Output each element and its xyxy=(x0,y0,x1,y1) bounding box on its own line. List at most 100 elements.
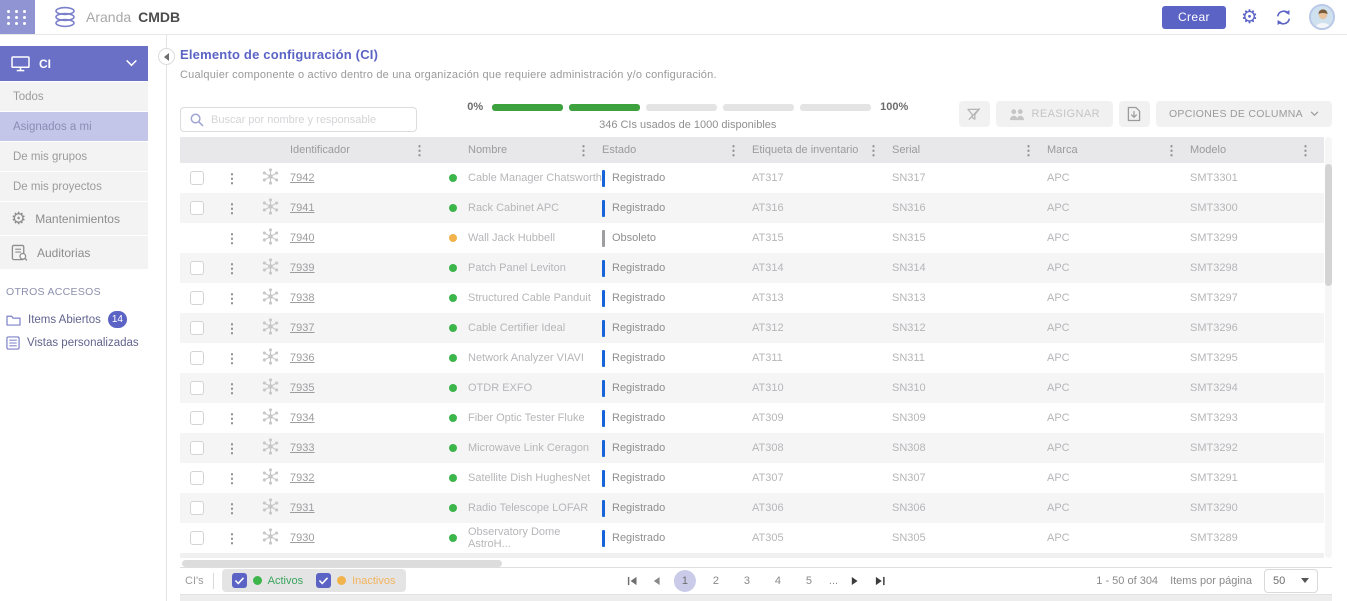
sidebar-link-vistas-personalizadas[interactable]: Vistas personalizadas xyxy=(0,332,148,354)
sidebar-item-mantenimientos[interactable]: ⚙ Mantenimientos xyxy=(0,202,148,235)
relations-icon[interactable] xyxy=(262,528,279,548)
row-checkbox[interactable] xyxy=(190,291,204,305)
row-checkbox[interactable] xyxy=(190,261,204,275)
ci-id-link[interactable]: 7940 xyxy=(290,232,314,244)
row-checkbox[interactable] xyxy=(190,531,204,545)
row-menu-icon[interactable]: ⋮ xyxy=(226,502,239,515)
horizontal-scrollbar-thumb[interactable] xyxy=(182,560,502,567)
row-menu-icon[interactable]: ⋮ xyxy=(226,322,239,335)
sidebar-item-de-mis-proyectos[interactable]: De mis proyectos xyxy=(0,172,148,201)
sidebar-item-de-mis-grupos[interactable]: De mis grupos xyxy=(0,142,148,171)
pagination-ellipsis[interactable]: ... xyxy=(829,575,838,587)
relations-icon[interactable] xyxy=(262,408,279,428)
row-menu-icon[interactable]: ⋮ xyxy=(226,472,239,485)
page-button-2[interactable]: 2 xyxy=(705,570,727,592)
relations-icon[interactable] xyxy=(262,228,279,248)
row-checkbox[interactable] xyxy=(190,201,204,215)
row-checkbox[interactable] xyxy=(190,411,204,425)
row-checkbox[interactable] xyxy=(190,171,204,185)
apps-grid-button[interactable] xyxy=(0,0,35,34)
row-menu-icon[interactable]: ⋮ xyxy=(226,412,239,425)
ci-id-link[interactable]: 7930 xyxy=(290,532,314,544)
ci-id-link[interactable]: 7938 xyxy=(290,292,314,304)
checkbox-checked[interactable] xyxy=(316,573,331,588)
vertical-scrollbar[interactable] xyxy=(1325,137,1332,558)
sidebar-collapse-button[interactable] xyxy=(158,48,175,65)
row-checkbox[interactable] xyxy=(190,351,204,365)
ci-id-link[interactable]: 7933 xyxy=(290,442,314,454)
relations-icon[interactable] xyxy=(262,378,279,398)
ci-id-link[interactable]: 7931 xyxy=(290,502,314,514)
page-button-3[interactable]: 3 xyxy=(736,570,758,592)
next-page-button[interactable] xyxy=(847,573,863,589)
column-menu-icon[interactable]: ⋮ xyxy=(413,144,426,157)
page-button-5[interactable]: 5 xyxy=(798,570,820,592)
row-checkbox[interactable] xyxy=(190,321,204,335)
ci-id-link[interactable]: 7935 xyxy=(290,382,314,394)
relations-icon[interactable] xyxy=(262,288,279,308)
export-button[interactable] xyxy=(1119,101,1150,127)
column-menu-icon[interactable]: ⋮ xyxy=(1022,144,1035,157)
sidebar-item-auditorias[interactable]: Auditorias xyxy=(0,236,148,269)
row-menu-icon[interactable]: ⋮ xyxy=(226,382,239,395)
relations-icon[interactable] xyxy=(262,168,279,188)
create-button[interactable]: Crear xyxy=(1162,6,1226,29)
last-page-button[interactable] xyxy=(872,573,888,589)
page-size-select[interactable]: 50 xyxy=(1264,569,1318,593)
relations-icon[interactable] xyxy=(262,498,279,518)
ci-id-link[interactable]: 7936 xyxy=(290,352,314,364)
row-menu-icon[interactable]: ⋮ xyxy=(226,262,239,275)
page-button-1[interactable]: 1 xyxy=(674,570,696,592)
sidebar-section-ci[interactable]: CI xyxy=(0,46,148,81)
checkbox-checked[interactable] xyxy=(232,573,247,588)
relations-icon[interactable] xyxy=(262,468,279,488)
sidebar-item-todos[interactable]: Todos xyxy=(0,82,148,111)
state-filter-activos[interactable]: Activos xyxy=(232,573,303,588)
relations-icon[interactable] xyxy=(262,198,279,218)
settings-gear-icon[interactable]: ⚙ xyxy=(1241,8,1258,27)
column-menu-icon[interactable]: ⋮ xyxy=(577,144,590,157)
relations-icon[interactable] xyxy=(262,438,279,458)
row-checkbox[interactable] xyxy=(190,441,204,455)
user-avatar[interactable] xyxy=(1309,4,1335,30)
ci-id-link[interactable]: 7939 xyxy=(290,262,314,274)
first-page-button[interactable] xyxy=(624,573,640,589)
vertical-scrollbar-thumb[interactable] xyxy=(1325,164,1332,286)
filter-off-button[interactable] xyxy=(959,101,990,127)
ci-id-link[interactable]: 7937 xyxy=(290,322,314,334)
relations-icon[interactable] xyxy=(262,318,279,338)
state-filter-inactivos[interactable]: Inactivos xyxy=(316,573,395,588)
sidebar-item-asignados-a-mi[interactable]: Asignados a mi xyxy=(0,112,148,141)
row-checkbox[interactable] xyxy=(190,381,204,395)
ci-id-link[interactable]: 7942 xyxy=(290,172,314,184)
relations-icon[interactable] xyxy=(262,258,279,278)
column-menu-icon[interactable]: ⋮ xyxy=(867,144,880,157)
sidebar-link-items-abiertos[interactable]: Items Abiertos 14 xyxy=(0,307,148,332)
search-box[interactable] xyxy=(180,107,417,132)
row-menu-icon[interactable]: ⋮ xyxy=(226,352,239,365)
ci-id-link[interactable]: 7934 xyxy=(290,412,314,424)
sync-icon[interactable] xyxy=(1273,7,1294,28)
ci-id-link[interactable]: 7932 xyxy=(290,472,314,484)
column-menu-icon[interactable]: ⋮ xyxy=(1299,144,1312,157)
reassign-button[interactable]: REASIGNAR xyxy=(996,101,1113,127)
page-button-4[interactable]: 4 xyxy=(767,570,789,592)
status-dot xyxy=(449,294,457,302)
horizontal-scrollbar[interactable] xyxy=(180,559,1332,567)
column-menu-icon[interactable]: ⋮ xyxy=(727,144,740,157)
relations-icon[interactable] xyxy=(262,348,279,368)
column-menu-icon[interactable]: ⋮ xyxy=(1165,144,1178,157)
search-input[interactable] xyxy=(211,114,407,126)
row-menu-icon[interactable]: ⋮ xyxy=(226,532,239,545)
row-menu-icon[interactable]: ⋮ xyxy=(226,442,239,455)
row-menu-icon[interactable]: ⋮ xyxy=(226,292,239,305)
row-menu-icon[interactable]: ⋮ xyxy=(226,172,239,185)
row-checkbox[interactable] xyxy=(190,471,204,485)
previous-page-button[interactable] xyxy=(649,573,665,589)
row-menu-icon[interactable]: ⋮ xyxy=(226,202,239,215)
ci-id-link[interactable]: 7941 xyxy=(290,202,314,214)
column-options-button[interactable]: OPCIONES DE COLUMNA xyxy=(1156,101,1332,127)
row-menu-icon[interactable]: ⋮ xyxy=(226,232,239,245)
inventory-tag: AT317 xyxy=(752,172,892,184)
row-checkbox[interactable] xyxy=(190,501,204,515)
